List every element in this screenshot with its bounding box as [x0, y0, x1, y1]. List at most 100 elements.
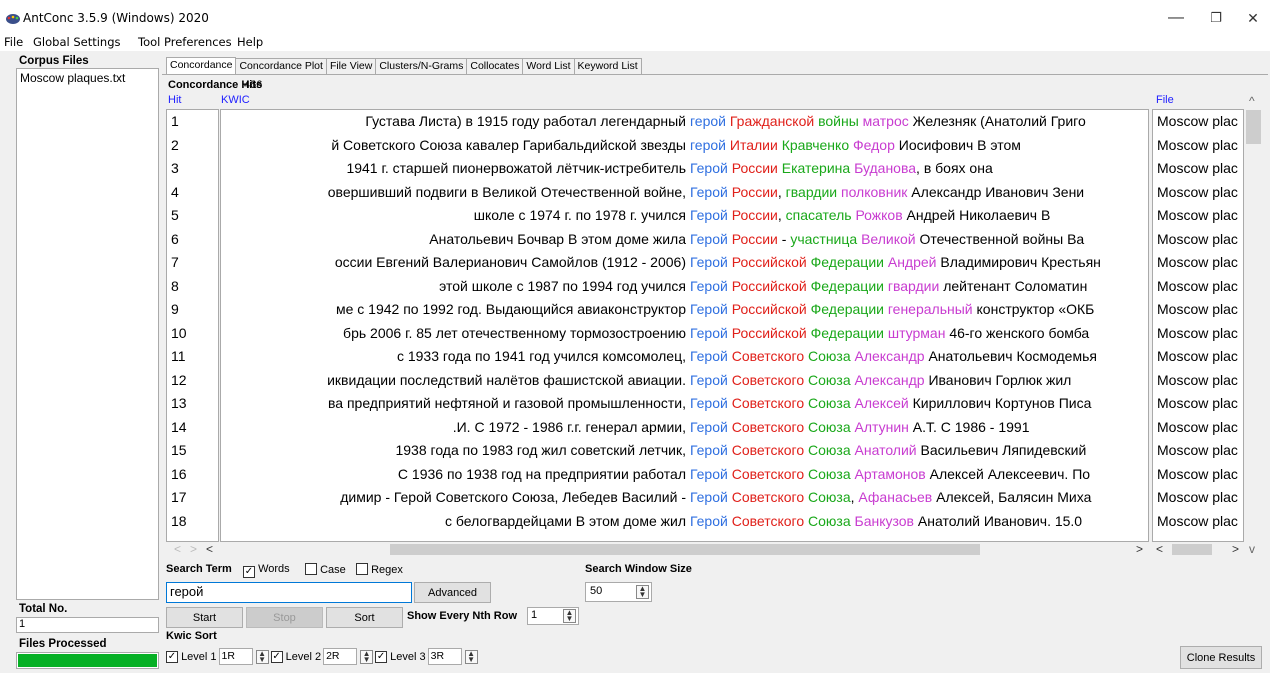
kwic-row[interactable]: Густава Листа) в 1915 году работал леген…: [221, 110, 1148, 134]
file-cell[interactable]: Moscow plac: [1153, 134, 1243, 158]
tab-keyword-list[interactable]: Keyword List: [573, 58, 642, 74]
corpus-file-item[interactable]: Moscow plaques.txt: [17, 69, 158, 87]
kwic-row[interactable]: ме с 1942 по 1992 год. Выдающийся авиако…: [221, 298, 1148, 322]
kwic-row[interactable]: й Советского Союза кавалер Гарибальдийск…: [221, 134, 1148, 158]
words-checkbox[interactable]: ✓: [243, 566, 255, 578]
file-cell[interactable]: Moscow plac: [1153, 392, 1243, 416]
file-scroll-left-icon[interactable]: <: [1156, 542, 1163, 556]
file-list[interactable]: Moscow plac Moscow plac Moscow plac Moscow …: [1152, 109, 1244, 542]
keyword[interactable]: Герой: [690, 278, 728, 294]
hit-number[interactable]: 3: [167, 157, 218, 181]
file-cell[interactable]: Moscow plac: [1153, 204, 1243, 228]
hit-number[interactable]: 13: [167, 392, 218, 416]
horizontal-scroll-thumb[interactable]: [390, 544, 980, 555]
kwic-scroll-left-icon[interactable]: <: [206, 542, 213, 556]
keyword[interactable]: Герой: [690, 207, 728, 223]
hit-number-list[interactable]: 1 2 3 4 5 6 7 8 9 10 11 12 13 14 15 16 17 18: [166, 109, 219, 542]
file-cell[interactable]: Moscow plac: [1153, 275, 1243, 299]
sort-level-1[interactable]: ✓ Level 1 1R ▲ ▼: [166, 648, 269, 665]
hit-number[interactable]: 4: [167, 181, 218, 205]
keyword[interactable]: Герой: [690, 254, 728, 270]
kwic-row[interactable]: 1938 года по 1983 год жил советский летч…: [221, 439, 1148, 463]
hit-number[interactable]: 15: [167, 439, 218, 463]
kwic-row[interactable]: ва предприятий нефтяной и газовой промыш…: [221, 392, 1148, 416]
keyword[interactable]: Герой: [690, 348, 728, 364]
keyword[interactable]: Герой: [690, 184, 728, 200]
kwic-row[interactable]: с 1933 года по 1941 год учился комсомоле…: [221, 345, 1148, 369]
hit-number[interactable]: 2: [167, 134, 218, 158]
file-cell[interactable]: Moscow plac: [1153, 322, 1243, 346]
scroll-up-icon[interactable]: ^: [1249, 94, 1255, 108]
kwic-scroll-right-icon[interactable]: >: [1136, 542, 1143, 556]
menu-global-settings[interactable]: Global Settings: [33, 35, 121, 49]
hit-number[interactable]: 1: [167, 110, 218, 134]
tab-word-list[interactable]: Word List: [522, 58, 575, 74]
hit-number[interactable]: 14: [167, 416, 218, 440]
file-cell[interactable]: Moscow plac: [1153, 298, 1243, 322]
kwic-list[interactable]: Густава Листа) в 1915 году работал леген…: [220, 109, 1149, 542]
file-cell[interactable]: Moscow plac: [1153, 110, 1243, 134]
scroll-down-icon[interactable]: v: [1249, 542, 1255, 556]
case-option[interactable]: Case: [305, 563, 346, 576]
hit-number[interactable]: 8: [167, 275, 218, 299]
keyword[interactable]: Герой: [690, 325, 728, 341]
menu-file[interactable]: File: [4, 35, 23, 49]
keyword[interactable]: Герой: [690, 301, 728, 317]
menu-help[interactable]: Help: [237, 35, 263, 49]
level-3-checkbox[interactable]: ✓: [375, 650, 388, 663]
regex-option[interactable]: Regex: [356, 563, 403, 576]
tab-concordance-plot[interactable]: Concordance Plot: [235, 58, 327, 74]
tab-file-view[interactable]: File View: [325, 58, 377, 74]
close-button[interactable]: ✕: [1230, 4, 1270, 32]
keyword[interactable]: Герой: [690, 466, 728, 482]
keyword[interactable]: Герой: [690, 231, 728, 247]
file-scroll-thumb[interactable]: [1172, 544, 1212, 555]
hit-number[interactable]: 9: [167, 298, 218, 322]
tab-concordance[interactable]: Concordance: [166, 57, 237, 74]
spinner-arrows-icon[interactable]: ▲ ▼: [563, 609, 576, 623]
file-cell[interactable]: Moscow plac: [1153, 369, 1243, 393]
spinner-arrows-icon[interactable]: ▲ ▼: [255, 649, 269, 664]
spinner-arrows-icon[interactable]: ▲ ▼: [464, 649, 478, 664]
case-checkbox[interactable]: [305, 563, 317, 575]
file-cell[interactable]: Moscow plac: [1153, 486, 1243, 510]
words-option[interactable]: ✓ Words: [243, 563, 290, 578]
stop-button[interactable]: Stop: [246, 607, 323, 628]
kwic-row[interactable]: димир - Герой Советского Союза, Лебедев …: [221, 486, 1148, 510]
kwic-row[interactable]: оссии Евгений Валерианович Самойлов (191…: [221, 251, 1148, 275]
file-scroll-right-icon[interactable]: >: [1232, 542, 1239, 556]
corpus-file-list[interactable]: Moscow plaques.txt: [16, 68, 159, 600]
kwic-row[interactable]: овершивший подвиги в Великой Отечественн…: [221, 181, 1148, 205]
file-cell[interactable]: Moscow plac: [1153, 345, 1243, 369]
keyword[interactable]: Герой: [690, 395, 728, 411]
search-window-size-spinner[interactable]: 50 ▲ ▼: [585, 582, 652, 602]
keyword[interactable]: Герой: [690, 513, 728, 529]
clone-results-button[interactable]: Clone Results: [1180, 646, 1262, 669]
file-cell[interactable]: Moscow plac: [1153, 181, 1243, 205]
level-2-spinner[interactable]: 2R: [323, 648, 358, 665]
scroll-right-icon[interactable]: >: [190, 542, 197, 556]
file-cell[interactable]: Moscow plac: [1153, 416, 1243, 440]
sort-level-3[interactable]: ✓ Level 3 3R ▲ ▼: [375, 648, 478, 665]
keyword[interactable]: Герой: [690, 160, 728, 176]
hit-number[interactable]: 12: [167, 369, 218, 393]
tab-clusters[interactable]: Clusters/N-Grams: [375, 58, 468, 74]
keyword[interactable]: Герой: [690, 419, 728, 435]
level-1-spinner[interactable]: 1R: [218, 648, 253, 665]
regex-checkbox[interactable]: [356, 563, 368, 575]
tab-collocates[interactable]: Collocates: [466, 58, 524, 74]
kwic-row[interactable]: иквидации последствий налётов фашистской…: [221, 369, 1148, 393]
nth-row-spinner[interactable]: 1 ▲ ▼: [527, 607, 579, 625]
start-button[interactable]: Start: [166, 607, 243, 628]
file-cell[interactable]: Moscow plac: [1153, 251, 1243, 275]
advanced-button[interactable]: Advanced: [414, 582, 491, 603]
hit-number[interactable]: 6: [167, 228, 218, 252]
hit-number[interactable]: 7: [167, 251, 218, 275]
file-cell[interactable]: Moscow plac: [1153, 439, 1243, 463]
hit-number[interactable]: 17: [167, 486, 218, 510]
kwic-row[interactable]: С 1936 по 1938 год на предприятии работа…: [221, 463, 1148, 487]
sort-level-2[interactable]: ✓ Level 2 2R ▲ ▼: [270, 648, 374, 665]
file-cell[interactable]: Moscow plac: [1153, 510, 1243, 534]
keyword[interactable]: герой: [690, 137, 726, 153]
hit-number[interactable]: 11: [167, 345, 218, 369]
